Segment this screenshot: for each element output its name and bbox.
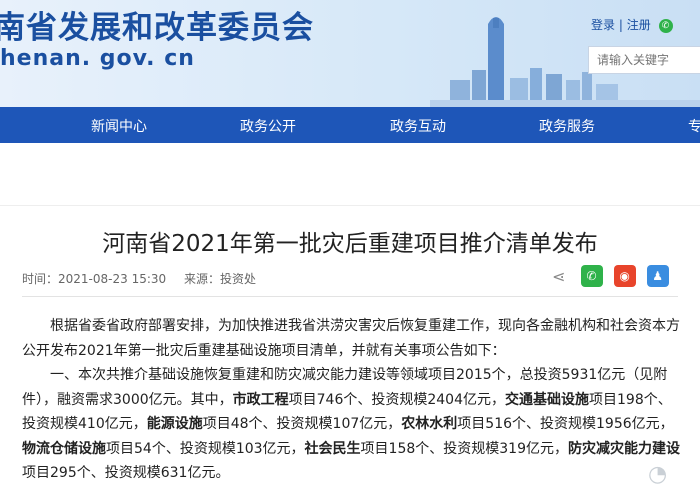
nav-special[interactable]: 专 bbox=[688, 116, 700, 136]
weibo-share-icon[interactable]: ◉ bbox=[613, 265, 636, 287]
wechat-icon[interactable]: ✆ bbox=[658, 18, 673, 33]
article-title: 河南省2021年第一批灾后重建项目推介清单发布 bbox=[102, 231, 598, 257]
nav-interaction[interactable]: 政务互动 bbox=[390, 116, 446, 136]
main-nav: 新闻中心 政务公开 政务互动 政务服务 专 bbox=[0, 107, 700, 143]
qq-share-icon[interactable]: ♟ bbox=[646, 265, 669, 287]
search-input[interactable] bbox=[588, 46, 700, 74]
blank-strip bbox=[0, 143, 700, 206]
paragraph-projects: 一、本次共推介基础设施恢复重建和防灾减灾能力建设等领域项目2015个，总投资59… bbox=[22, 367, 680, 481]
meta-divider bbox=[22, 296, 678, 297]
watermark-logo: ◔ bbox=[648, 462, 668, 487]
share-bar: ⋖ ✆ ◉ ♟ bbox=[552, 265, 675, 287]
share-icon[interactable]: ⋖ bbox=[552, 267, 565, 286]
nav-news[interactable]: 新闻中心 bbox=[91, 116, 147, 136]
site-domain: henan. gov. cn bbox=[0, 46, 195, 71]
source-label: 来源：投资处 bbox=[183, 272, 257, 286]
site-title: 南省发展和改革委员会 bbox=[0, 10, 314, 46]
register-link[interactable]: 注册 bbox=[627, 16, 651, 33]
site-header: 南省发展和改革委员会 henan. gov. cn 登录 | 注册 ✆ bbox=[0, 0, 700, 107]
login-link[interactable]: 登录 bbox=[591, 16, 615, 33]
article-body: 根据省委省政府部署安排，为加快推进我省洪涝灾害灾后恢复重建工作，现向各金融机构和… bbox=[22, 314, 680, 486]
article-meta: 时间：2021-08-23 15:30 来源：投资处 bbox=[22, 270, 270, 287]
link-separator: | bbox=[618, 18, 623, 32]
nav-services[interactable]: 政务服务 bbox=[539, 116, 595, 136]
top-links: 登录 | 注册 ✆ bbox=[591, 16, 673, 33]
paragraph-intro: 根据省委省政府部署安排，为加快推进我省洪涝灾害灾后恢复重建工作，现向各金融机构和… bbox=[22, 318, 680, 359]
wechat-share-icon[interactable]: ✆ bbox=[580, 265, 603, 287]
time-label: 时间：2021-08-23 15:30 bbox=[22, 272, 167, 286]
nav-gov-open[interactable]: 政务公开 bbox=[240, 116, 296, 136]
